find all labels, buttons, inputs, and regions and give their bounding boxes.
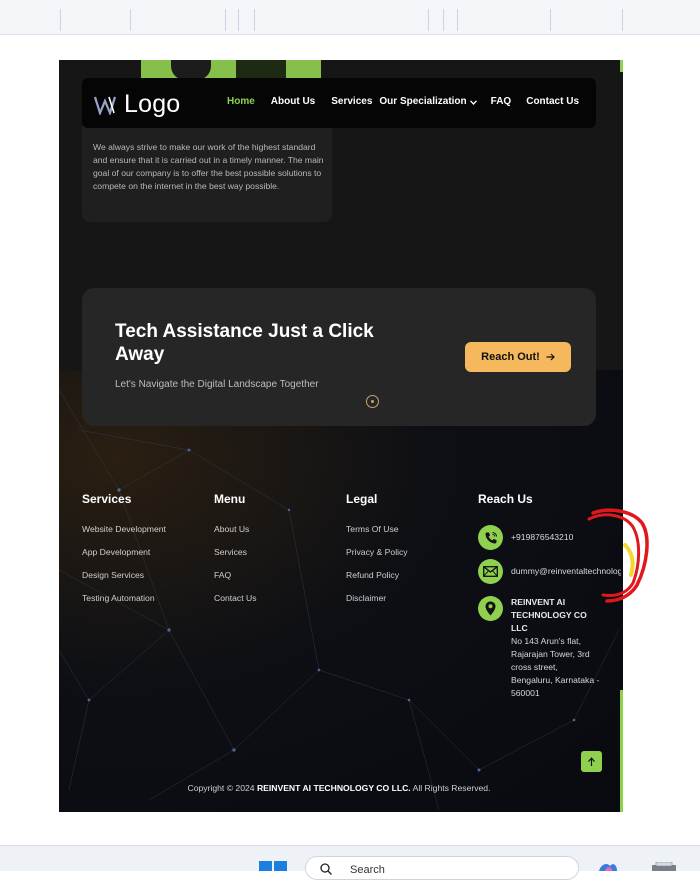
footer-link-disclaimer[interactable]: Disclaimer <box>346 593 408 603</box>
main-nav: Home About Us Services Our Specializatio… <box>227 96 595 107</box>
reach-address: REINVENT AI TECHNOLOGY CO LLC No 143 Aru… <box>478 596 601 700</box>
mail-icon <box>478 559 503 584</box>
scroll-to-top-button[interactable] <box>581 751 602 772</box>
arrow-up-icon <box>588 756 595 766</box>
footer-link-refund-policy[interactable]: Refund Policy <box>346 570 408 580</box>
site-footer: Services Website Development App Develop… <box>59 370 623 812</box>
toolbar-divider <box>443 9 444 31</box>
chevron-down-icon <box>469 97 477 107</box>
copyright-suffix: All Rights Reserved. <box>412 783 491 793</box>
company-address: No 143 Arun's flat, Rajarajan Tower, 3rd… <box>511 636 600 698</box>
footer-link-app-development[interactable]: App Development <box>82 547 166 557</box>
toolbar-divider <box>60 9 61 31</box>
nav-services[interactable]: Services <box>331 96 372 107</box>
footer-link-terms-of-use[interactable]: Terms Of Use <box>346 524 408 534</box>
page-accent-bar <box>620 60 623 812</box>
logo-text: Logo <box>124 90 181 118</box>
annotation-scribble <box>587 508 649 603</box>
reach-address-text: REINVENT AI TECHNOLOGY CO LLC No 143 Aru… <box>511 596 601 700</box>
copyright-text: Copyright © 2024 REINVENT AI TECHNOLOGY … <box>59 783 619 793</box>
toolbar-divider <box>225 9 226 31</box>
footer-link-contact-us[interactable]: Contact Us <box>214 593 257 603</box>
footer-legal-column: Legal Terms Of Use Privacy & Policy Refu… <box>346 492 408 616</box>
site-logo[interactable]: Logo <box>94 90 180 119</box>
footer-link-about-us[interactable]: About Us <box>214 524 257 534</box>
cta-title: Tech Assistance Just a Click Away <box>115 321 374 365</box>
toolbar-divider <box>457 9 458 31</box>
toolbar-divider <box>130 9 131 31</box>
footer-link-services[interactable]: Services <box>214 547 257 557</box>
footer-reach-title: Reach Us <box>478 492 533 506</box>
nav-about-us[interactable]: About Us <box>271 96 315 107</box>
footer-services-title: Services <box>82 492 132 506</box>
footer-link-testing-automation[interactable]: Testing Automation <box>82 593 166 603</box>
footer-reach-column: Reach Us <box>478 492 533 506</box>
taskbar-search[interactable]: Search <box>305 856 579 880</box>
footer-menu-title: Menu <box>214 492 246 506</box>
copyright-company: REINVENT AI TECHNOLOGY CO LLC. <box>256 783 411 793</box>
browser-toolbar <box>0 0 700 35</box>
nav-faq[interactable]: FAQ <box>491 96 512 107</box>
toolbar-divider <box>622 9 623 31</box>
nav-home[interactable]: Home <box>227 96 255 107</box>
reach-out-button[interactable]: Reach Out! <box>465 342 571 372</box>
footer-link-website-development[interactable]: Website Development <box>82 524 166 534</box>
taskbar-search-text: Search <box>350 864 385 876</box>
footer-menu-column: Menu About Us Services FAQ Contact Us <box>214 492 257 616</box>
footer-services-column: Services Website Development App Develop… <box>82 492 166 616</box>
phone-icon <box>478 525 503 550</box>
footer-link-privacy-policy[interactable]: Privacy & Policy <box>346 547 408 557</box>
toolbar-divider <box>428 9 429 31</box>
cta-subtitle: Let's Navigate the Digital Landscape Tog… <box>115 379 319 390</box>
nav-our-specialization-label: Our Specialization <box>379 96 467 107</box>
nav-contact-us[interactable]: Contact Us <box>526 96 579 107</box>
cursor-dot-icon <box>366 395 379 408</box>
cta-banner: Tech Assistance Just a Click Away Let's … <box>82 288 596 426</box>
toolbar-divider <box>254 9 255 31</box>
arrow-right-icon <box>546 353 555 361</box>
footer-link-design-services[interactable]: Design Services <box>82 570 166 580</box>
nav-our-specialization[interactable]: Our Specialization <box>379 96 477 107</box>
website-viewport: We always strive to make our work of the… <box>59 60 623 812</box>
about-text: We always strive to make our work of the… <box>93 142 324 191</box>
reach-out-button-label: Reach Out! <box>481 351 540 363</box>
logo-w-icon <box>94 96 117 115</box>
footer-legal-title: Legal <box>346 492 378 506</box>
toolbar-divider <box>550 9 551 31</box>
copyright-prefix: Copyright © 2024 <box>187 783 255 793</box>
site-header: Logo Home About Us Services Our Speciali… <box>82 78 596 128</box>
search-icon <box>320 863 332 875</box>
toolbar-divider <box>238 9 239 31</box>
hero-image-shape <box>171 60 211 80</box>
os-taskbar: Search <box>0 845 700 880</box>
footer-link-faq[interactable]: FAQ <box>214 570 257 580</box>
location-pin-icon <box>478 596 503 621</box>
